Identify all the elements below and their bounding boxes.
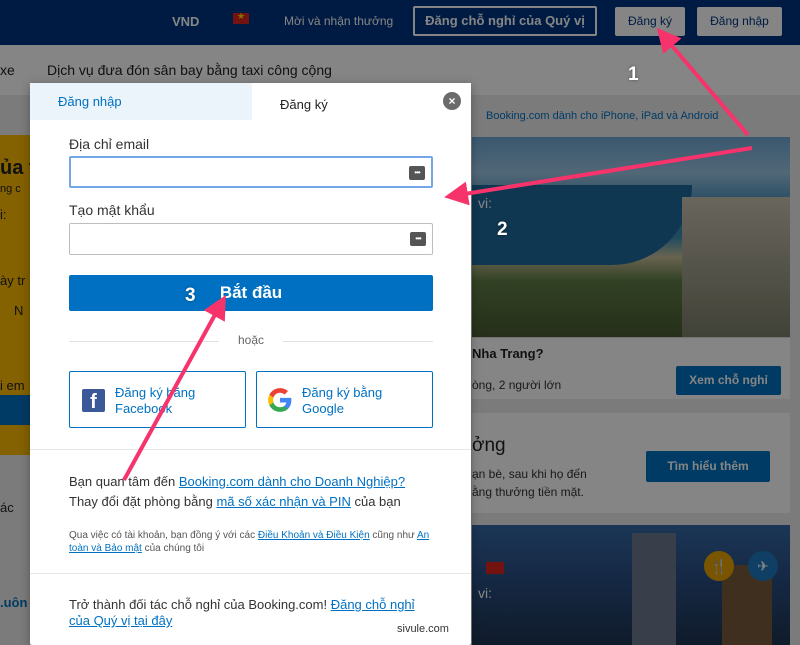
- divider: [30, 449, 471, 450]
- step-3-label: 3: [185, 285, 196, 306]
- password-manager-icon[interactable]: •••: [410, 232, 426, 246]
- terms-notice: Qua việc có tài khoản, bạn đồng ý với cá…: [69, 530, 430, 554]
- password-label: Tạo mật khẩu: [69, 202, 155, 218]
- business-info: Bạn quan tâm đến Booking.com dành cho Do…: [69, 474, 406, 509]
- start-button[interactable]: Bắt đầu: [69, 275, 433, 311]
- google-icon: [268, 388, 292, 412]
- password-field[interactable]: •••: [69, 223, 433, 255]
- divider: [30, 573, 471, 574]
- tab-register[interactable]: Đăng ký: [252, 83, 471, 120]
- close-icon[interactable]: ×: [443, 92, 461, 110]
- step-1-label: 1: [628, 64, 639, 85]
- password-input[interactable]: [70, 224, 390, 254]
- facebook-signup-button[interactable]: f Đăng ký bằng Facebook: [69, 371, 246, 428]
- email-input[interactable]: [71, 158, 391, 186]
- auth-tabs: Đăng nhập Đăng ký ×: [30, 83, 471, 120]
- partner-info: Trở thành đối tác chỗ nghỉ của Booking.c…: [69, 597, 415, 628]
- step-2-label: 2: [497, 219, 508, 240]
- auth-modal: Đăng nhập Đăng ký × Địa chỉ email ••• Tạ…: [30, 83, 471, 645]
- google-signup-label: Đăng ký bằng Google: [302, 385, 383, 416]
- tab-login[interactable]: Đăng nhập: [30, 83, 252, 120]
- or-text: hoặc: [237, 333, 265, 347]
- facebook-icon: f: [82, 389, 105, 413]
- password-manager-icon[interactable]: •••: [409, 166, 425, 180]
- watermark: sivule.com: [397, 623, 449, 635]
- terms-link[interactable]: Điều Khoản và Điều Kiện: [258, 530, 370, 541]
- google-signup-button[interactable]: Đăng ký bằng Google: [256, 371, 433, 428]
- business-link[interactable]: Booking.com dành cho Doanh Nghiệp?: [179, 474, 405, 489]
- facebook-signup-label: Đăng ký bằng Facebook: [115, 385, 196, 416]
- pin-link[interactable]: mã số xác nhận và PIN: [216, 494, 350, 509]
- email-label: Địa chỉ email: [69, 136, 150, 152]
- email-field[interactable]: •••: [69, 156, 433, 188]
- or-separator: hoặc: [69, 333, 433, 349]
